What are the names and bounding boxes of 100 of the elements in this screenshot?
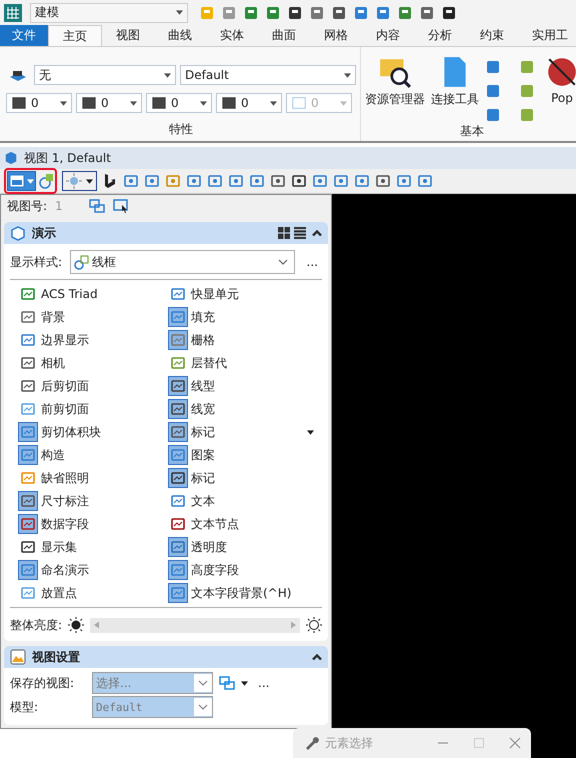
display-toggle[interactable]: 背景 — [10, 306, 160, 328]
tool-icon[interactable] — [519, 59, 535, 75]
toolbar-icon[interactable] — [287, 4, 303, 20]
wireframe-icon — [74, 254, 90, 270]
list-view-icon[interactable] — [294, 227, 306, 239]
attribute-dropdown[interactable]: 0 — [76, 93, 142, 113]
popset-button[interactable]: Pop — [545, 55, 576, 123]
display-toggle[interactable]: 线型 — [160, 375, 322, 397]
attribute-icon — [81, 95, 97, 111]
display-toggle[interactable]: 命名演示 — [10, 559, 160, 581]
toolbar-icon[interactable] — [331, 4, 347, 20]
tool-icon[interactable] — [485, 83, 501, 99]
caret-icon — [86, 178, 93, 184]
chevron-icon — [194, 674, 212, 692]
ribbon-tab[interactable]: 曲线 — [154, 25, 206, 46]
display-toggle[interactable]: 边界显示 — [10, 329, 160, 351]
workflow-dropdown[interactable]: 建模 — [30, 2, 188, 22]
app-grid-icon[interactable] — [4, 4, 22, 22]
caret-icon[interactable] — [241, 680, 248, 686]
explorer-button[interactable]: 资源管理器 — [365, 55, 425, 123]
window-icon — [9, 173, 25, 189]
close-icon[interactable] — [509, 737, 521, 749]
windows-icon[interactable] — [89, 198, 106, 214]
view-number-label: 视图号: — [7, 198, 48, 214]
light-sun-icon — [306, 617, 322, 633]
ribbon-tab[interactable]: 约束 — [466, 25, 518, 46]
display-toggle[interactable]: 栅格 — [160, 329, 322, 351]
display-toggle[interactable]: 快显单元 — [160, 283, 322, 305]
brightness-label: 整体亮度: — [10, 616, 62, 634]
display-toggle[interactable]: 剪切体积块 — [10, 421, 160, 443]
more-button[interactable]: ... — [302, 255, 322, 269]
chevron-icon — [194, 698, 212, 716]
section-header[interactable]: 演示 — [4, 222, 328, 244]
tool-icon[interactable] — [519, 83, 535, 99]
display-toggle[interactable]: 显示集 — [10, 536, 160, 558]
display-toggle[interactable]: 层替代 — [160, 352, 322, 374]
ribbon-tab[interactable]: 内容 — [362, 25, 414, 46]
display-toggle[interactable]: 缺省照明 — [10, 467, 160, 489]
display-toggle[interactable]: 标记 — [160, 421, 322, 443]
display-toggle[interactable]: 文本字段背景(^H) — [160, 582, 322, 604]
display-toggle[interactable]: 填充 — [160, 306, 322, 328]
display-toggle[interactable]: 放置点 — [10, 582, 160, 604]
display-toggle[interactable]: 文本节点 — [160, 513, 322, 535]
caret-icon — [164, 72, 171, 78]
display-toggle[interactable]: 标记 — [160, 467, 322, 489]
ribbon-tab[interactable]: 网格 — [310, 25, 362, 46]
caret-icon — [200, 100, 207, 106]
display-toggle[interactable]: 透明度 — [160, 536, 322, 558]
collapse-icon[interactable] — [312, 230, 322, 236]
template-dropdown[interactable]: Default — [180, 65, 356, 85]
view-tool-icon[interactable] — [270, 173, 286, 189]
display-toggle[interactable]: 后剪切面 — [10, 375, 160, 397]
ribbon-tab[interactable]: 主页 — [48, 25, 102, 46]
windows-icon[interactable] — [219, 675, 235, 691]
caret-icon[interactable] — [307, 430, 314, 434]
caret-icon — [270, 100, 277, 106]
display-toggle[interactable]: 图案 — [160, 444, 322, 466]
view-title: 视图 1, Default — [24, 150, 111, 166]
level-dropdown[interactable]: 无 — [34, 65, 176, 85]
display-style-dropdown[interactable]: 线框 — [70, 250, 295, 274]
display-toggle[interactable]: 构造 — [10, 444, 160, 466]
display-toggle[interactable]: 文本 — [160, 490, 322, 512]
display-toggle[interactable]: 数据字段 — [10, 513, 160, 535]
attribute-icon — [291, 95, 307, 111]
view-tool-icon[interactable] — [375, 173, 391, 189]
view-tool-icon[interactable] — [291, 173, 307, 189]
section-header[interactable]: 视图设置 — [4, 646, 328, 668]
tool-icon[interactable] — [485, 107, 501, 123]
connect-tools-button[interactable]: 连接工具 — [431, 55, 479, 123]
display-toggle[interactable]: 相机 — [10, 352, 160, 374]
caret-icon — [340, 100, 347, 106]
window-cursor-icon[interactable] — [113, 198, 130, 214]
presentation-button[interactable] — [7, 171, 36, 191]
display-toggle[interactable]: ACS Triad — [10, 283, 160, 305]
ribbon-tab[interactable]: 文件 — [0, 25, 48, 46]
attribute-icon — [151, 95, 167, 111]
ribbon-tab[interactable]: 曲面 — [258, 25, 310, 46]
caret-icon — [176, 10, 183, 15]
tool-icon[interactable] — [485, 59, 501, 75]
tool-icon[interactable] — [519, 107, 535, 123]
attribute-dropdown[interactable]: 0 — [6, 93, 72, 113]
more-button[interactable]: ... — [254, 676, 274, 690]
caret-icon — [60, 100, 67, 106]
ribbon-tab[interactable]: 视图 — [102, 25, 154, 46]
lighting-button[interactable] — [62, 171, 97, 191]
ribbon-tab[interactable]: 分析 — [414, 25, 466, 46]
display-toggle[interactable]: 尺寸标注 — [10, 490, 160, 512]
toolbar-icon[interactable] — [441, 4, 457, 20]
display-toggle[interactable]: 线宽 — [160, 398, 322, 420]
collapse-icon[interactable] — [312, 654, 322, 660]
ribbon-tab[interactable]: 实体 — [206, 25, 258, 46]
ribbon-tab[interactable]: 实用工 — [518, 25, 576, 46]
attribute-dropdown[interactable]: 0 — [216, 93, 282, 113]
display-toggle[interactable]: 高度字段 — [160, 559, 322, 581]
grid-view-icon[interactable] — [278, 227, 290, 239]
no-sign-icon — [545, 55, 576, 89]
attribute-dropdown[interactable]: 0 — [146, 93, 212, 113]
group-label: 基本 — [459, 123, 485, 140]
display-toggle[interactable]: 前剪切面 — [10, 398, 160, 420]
group-label: 特性 — [168, 121, 194, 138]
